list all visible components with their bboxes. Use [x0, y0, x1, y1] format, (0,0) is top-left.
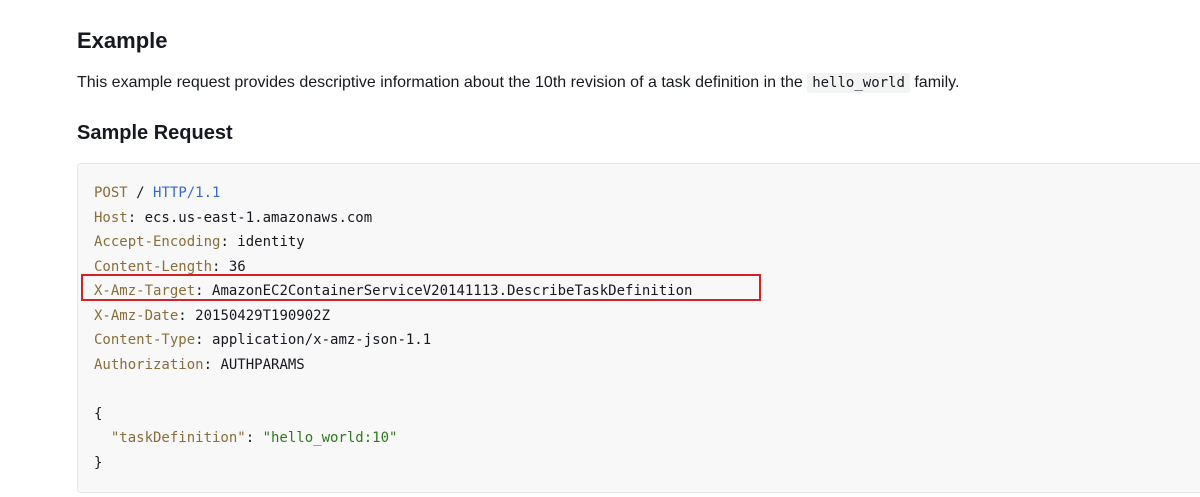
- header-name: Authorization: [94, 356, 204, 373]
- sample-request-heading: Sample Request: [77, 122, 233, 144]
- header-value: application/x-amz-json-1.1: [212, 332, 432, 348]
- header-line-accept-encoding: Accept-Encoding: identity: [94, 234, 305, 250]
- header-name: X-Amz-Date: [94, 307, 179, 324]
- header-value: 36: [228, 258, 246, 275]
- header-line-host: Host: ecs.us-east-1.amazonaws.com: [94, 209, 373, 226]
- description-text-before: This example request provides descriptiv…: [77, 74, 808, 91]
- body-value: "hello_world:10": [262, 430, 398, 446]
- request-line: POST / HTTP/1.1: [94, 181, 692, 206]
- body-key: "taskDefinition": [110, 430, 246, 446]
- family-code: hello_world: [807, 73, 910, 93]
- http-method: POST: [94, 185, 128, 201]
- example-heading: Example: [77, 28, 168, 53]
- header-value: AmazonEC2ContainerServiceV20141113.Descr…: [212, 283, 693, 299]
- description-text-after: family.: [909, 74, 960, 91]
- body-open-brace: {: [94, 405, 103, 422]
- header-name: Content-Length: [94, 258, 213, 275]
- header-name: Accept-Encoding: [94, 234, 221, 250]
- page: Example This example request provides de…: [0, 0, 1200, 497]
- header-line-x-amz-target: X-Amz-Target: AmazonEC2ContainerServiceV…: [94, 283, 693, 299]
- header-value: AUTHPARAMS: [220, 356, 305, 373]
- header-value: ecs.us-east-1.amazonaws.com: [144, 209, 373, 226]
- code-content[interactable]: POST / HTTP/1.1 Host: ecs.us-east-1.amazo…: [94, 181, 692, 475]
- header-line-content-length: Content-Length: 36: [94, 258, 246, 275]
- header-name: Host: [94, 209, 128, 226]
- header-value: 20150429T190902Z: [195, 307, 331, 324]
- example-description: This example request provides descriptiv…: [77, 71, 959, 95]
- header-line-authorization: Authorization: AUTHPARAMS: [94, 356, 305, 373]
- header-name: Content-Type: [94, 332, 196, 348]
- body-property-line: "taskDefinition": "hello_world:10": [110, 430, 398, 446]
- header-name: X-Amz-Target: [94, 283, 196, 299]
- body-close-brace: }: [94, 454, 103, 471]
- http-version: HTTP/1.1: [153, 185, 221, 201]
- code-block[interactable]: POST / HTTP/1.1 Host: ecs.us-east-1.amazo…: [77, 163, 1200, 493]
- request-path: /: [136, 185, 145, 201]
- header-line-x-amz-date: X-Amz-Date: 20150429T190902Z: [94, 307, 331, 324]
- header-value: identity: [237, 234, 305, 250]
- header-line-content-type: Content-Type: application/x-amz-json-1.1: [94, 332, 432, 348]
